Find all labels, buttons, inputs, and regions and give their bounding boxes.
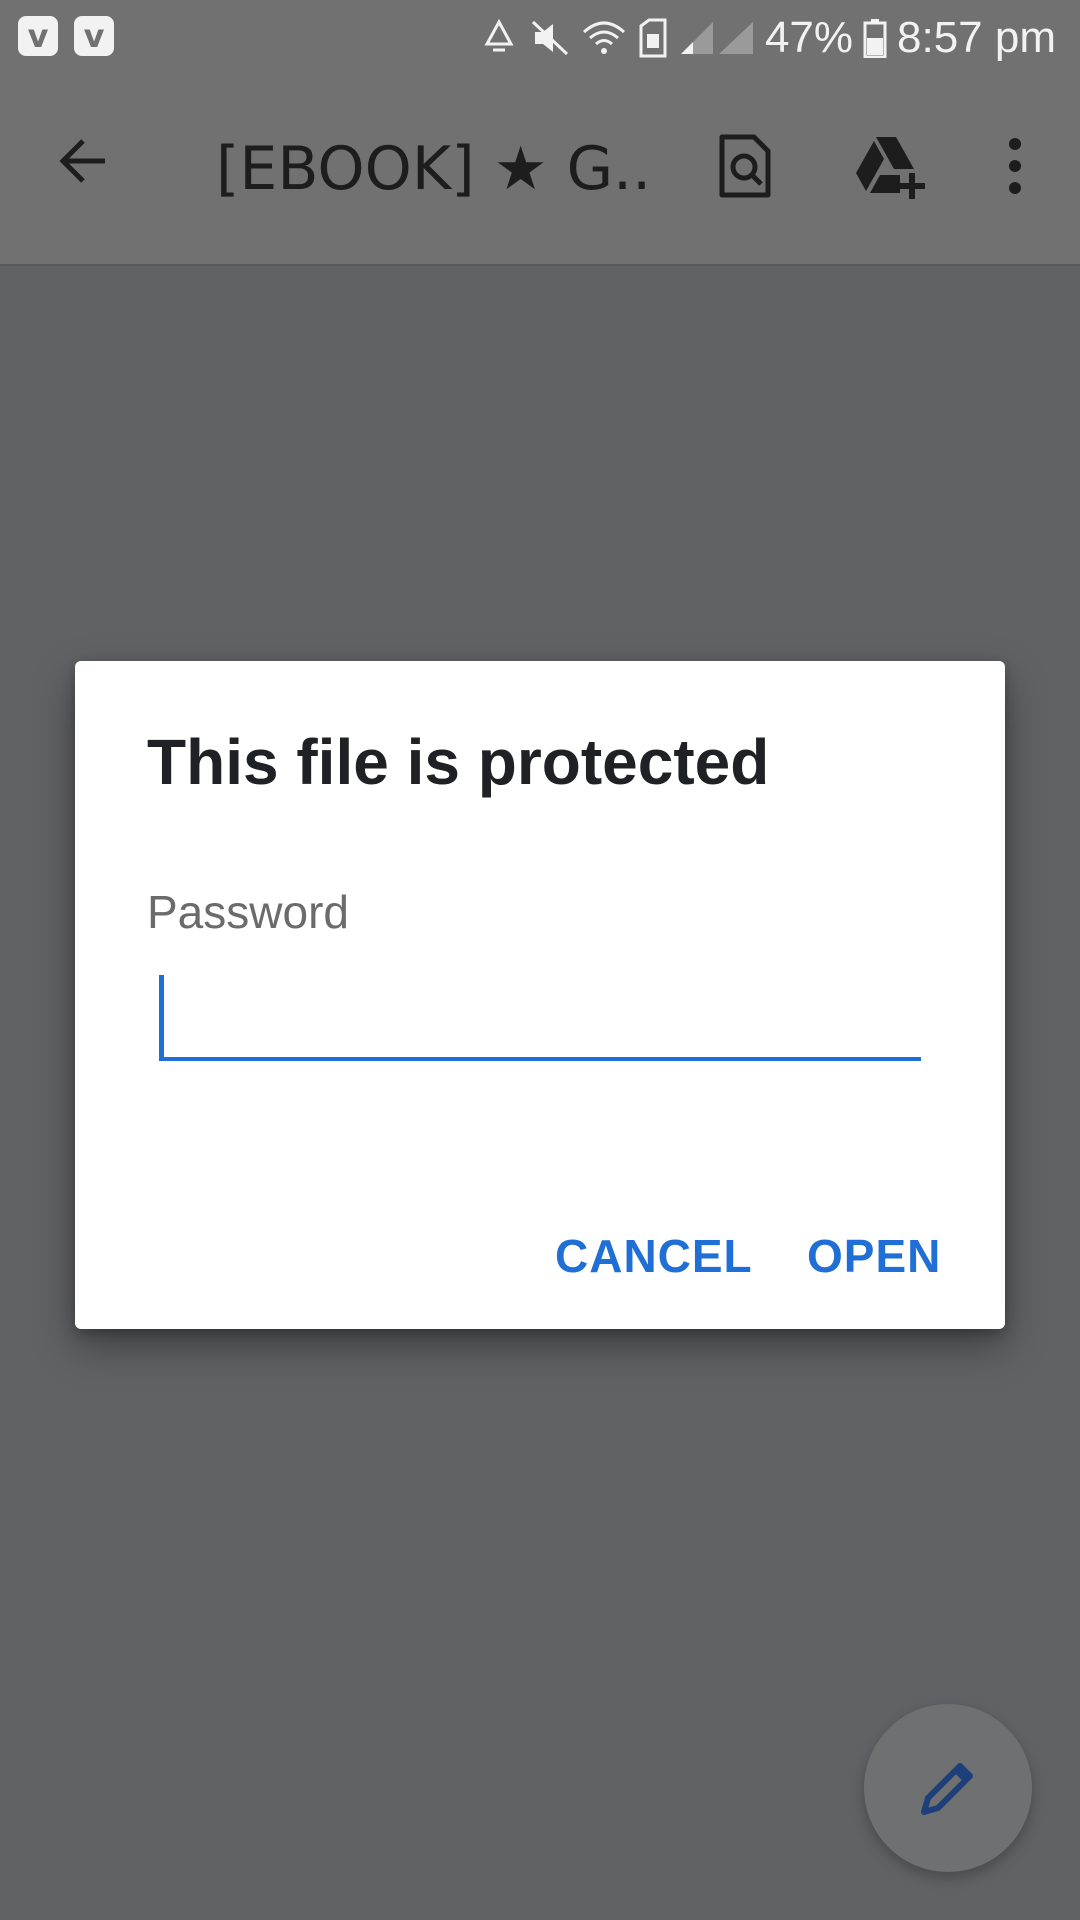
app-toolbar: [EBOOK] ★ G...	[0, 76, 1080, 266]
find-in-page-icon	[719, 134, 771, 198]
notification-icons: v v	[18, 16, 114, 56]
v-app-icon: v	[74, 16, 114, 56]
dialog-title: This file is protected	[147, 726, 770, 798]
signal-icon	[680, 22, 753, 54]
recycle-icon	[484, 18, 514, 52]
add-to-drive-icon	[856, 137, 925, 199]
v-app-icon: v	[18, 16, 58, 56]
more-vert-icon	[1009, 138, 1021, 194]
password-dialog: This file is protected Password CANCEL O…	[75, 661, 1005, 1329]
more-options-button[interactable]	[980, 116, 1050, 216]
find-in-page-button[interactable]	[700, 116, 790, 216]
edit-fab[interactable]	[864, 1704, 1032, 1872]
wifi-icon	[582, 21, 625, 54]
password-label: Password	[147, 886, 349, 938]
back-button[interactable]	[40, 118, 126, 204]
status-icons: 47% 8:57 pm	[479, 10, 1056, 66]
back-arrow-icon	[59, 139, 105, 183]
battery-icon	[863, 19, 887, 58]
cancel-button[interactable]: CANCEL	[555, 1221, 753, 1291]
sim-icon	[639, 18, 667, 58]
text-cursor	[159, 975, 164, 1057]
document-title: [EBOOK] ★ G...	[216, 134, 656, 204]
open-button[interactable]: OPEN	[807, 1221, 941, 1291]
battery-percent: 47%	[764, 13, 854, 62]
edit-pencil-icon	[921, 1763, 973, 1815]
clock: 8:57 pm	[897, 13, 1056, 62]
add-to-drive-button[interactable]	[840, 116, 940, 216]
status-bar: v v 47% 8:57 pm	[0, 0, 1080, 76]
mute-icon	[531, 20, 568, 56]
password-input[interactable]	[159, 971, 921, 1061]
